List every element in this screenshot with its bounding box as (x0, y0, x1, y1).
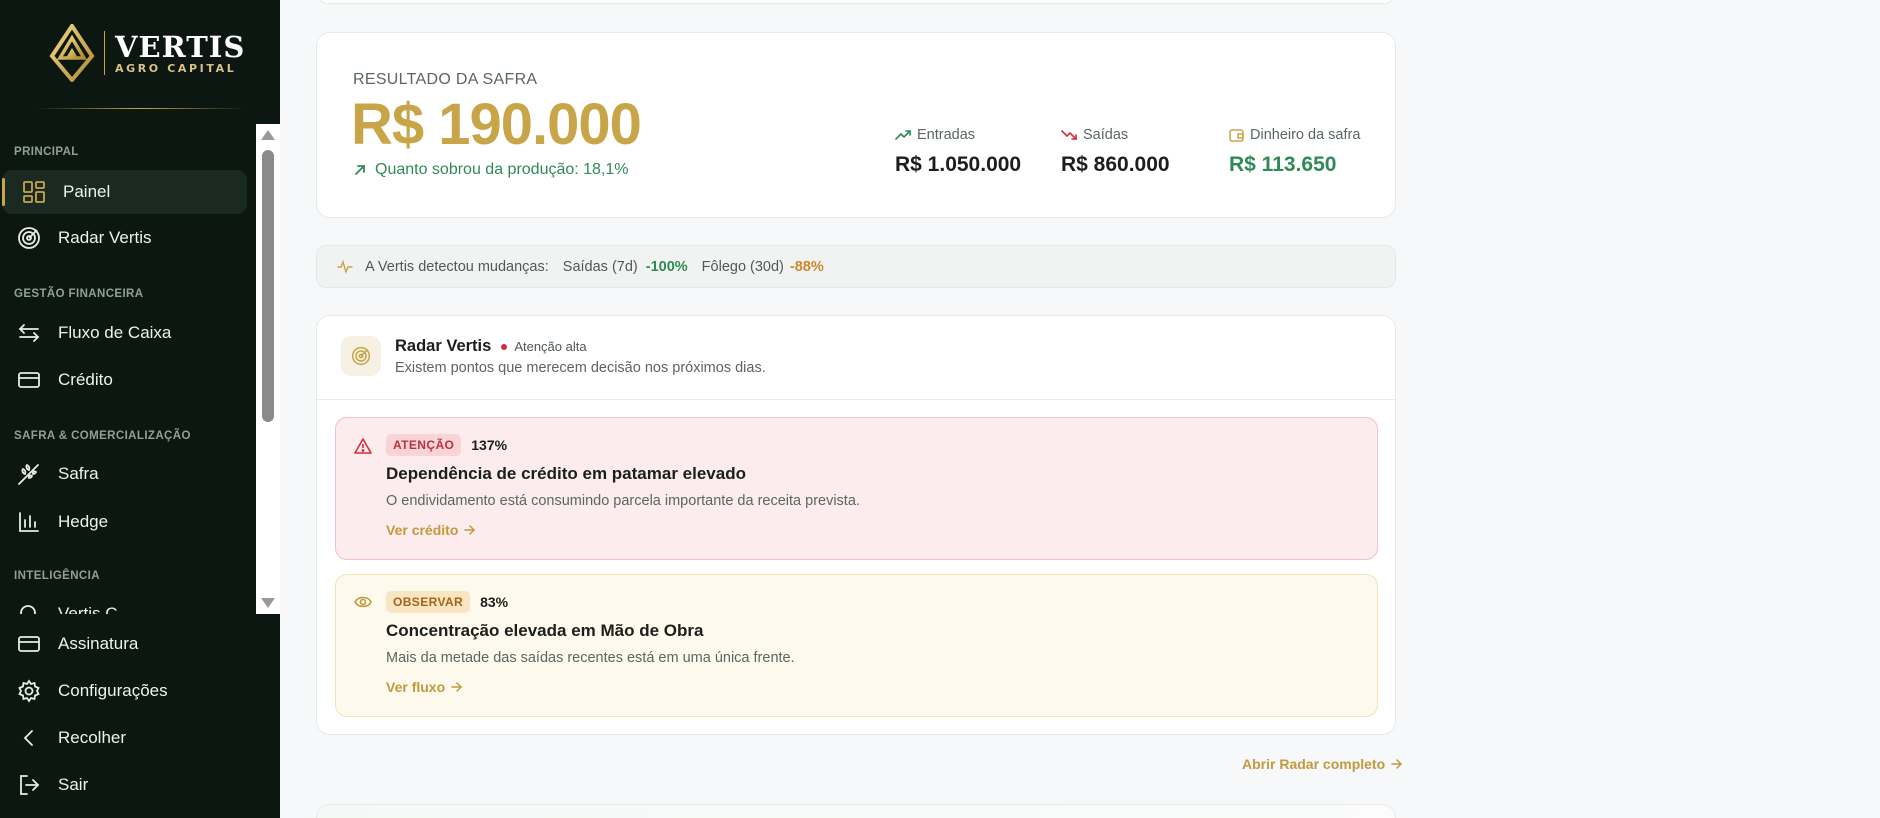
wheat-icon (16, 461, 42, 487)
sidebar-item-radar-vertis[interactable]: Radar Vertis (0, 216, 248, 260)
brand-subtitle: AGRO CAPITAL (115, 62, 237, 75)
scroll-thumb[interactable] (262, 150, 274, 422)
arrow-right-icon (451, 682, 463, 692)
metric-saidas: Saídas R$ 860.000 (1061, 127, 1170, 176)
brand-name: VERTIS (115, 30, 246, 64)
radar-description: Existem pontos que merecem decisão nos p… (395, 360, 766, 376)
radar-header: Radar Vertis Atenção alta Existem pontos… (317, 316, 1395, 400)
sidebar-item-hedge[interactable]: Hedge (0, 500, 248, 544)
card-icon (16, 367, 42, 393)
sidebar-item-painel[interactable]: Painel (2, 170, 247, 214)
sidebar-scrollbar[interactable] (256, 124, 280, 614)
section-label-safra: SAFRA & COMERCIALIZAÇÃO (14, 430, 191, 442)
result-subtitle: Quanto sobrou da produção: 18,1% (353, 161, 629, 179)
card-icon (16, 631, 42, 657)
ver-fluxo-link[interactable]: Ver fluxo (386, 679, 463, 695)
sidebar-item-vertis-c[interactable]: Vertis C... (0, 592, 248, 614)
sidebar-item-assinatura[interactable]: Assinatura (0, 622, 248, 666)
insight-card-credito: ATENÇÃO 137% Dependência de crédito em p… (335, 417, 1378, 560)
sidebar-item-label: Crédito (58, 370, 113, 389)
insight-tag: ATENÇÃO (386, 434, 462, 456)
next-card (316, 804, 1396, 818)
section-label-gestao: GESTÃO FINANCEIRA (14, 288, 144, 300)
trend-down-icon (1061, 130, 1077, 140)
result-label: RESULTADO DA SAFRA (353, 71, 538, 88)
scroll-up-arrow-icon[interactable] (261, 130, 275, 140)
status-badge: Atenção alta (514, 339, 587, 354)
change-value: -100% (645, 258, 688, 275)
sidebar-item-label: Hedge (58, 512, 109, 531)
sidebar-item-safra[interactable]: Safra (0, 452, 248, 496)
dashboard-icon (21, 179, 47, 205)
radar-icon (16, 225, 42, 251)
change-value: -88% (789, 258, 824, 275)
sidebar-item-label: Sair (58, 775, 89, 794)
ver-credito-link[interactable]: Ver crédito (386, 522, 476, 538)
eye-icon (354, 595, 372, 614)
sidebar-item-label: Assinatura (58, 634, 139, 653)
sidebar-item-label: Radar Vertis (58, 228, 152, 247)
arrow-up-right-icon (355, 165, 365, 175)
arrows-exchange-icon (16, 320, 42, 346)
insight-title: Dependência de crédito em patamar elevad… (386, 464, 746, 483)
bar-chart-icon (16, 509, 42, 535)
insight-title: Concentração elevada em Mão de Obra (386, 621, 704, 640)
vertis-logo-icon (49, 24, 95, 82)
logout-icon (16, 772, 42, 798)
main-content: RESULTADO DA SAFRA R$ 190.000 Quanto sob… (280, 0, 1880, 818)
sidebar: VERTIS AGRO CAPITAL PRINCIPAL Painel Rad… (0, 0, 280, 818)
sidebar-nav: PRINCIPAL Painel Radar Vertis GESTÃO FIN… (0, 124, 256, 614)
radar-icon (341, 336, 381, 376)
radar-title: Radar Vertis Atenção alta (395, 337, 587, 355)
sidebar-item-credito[interactable]: Crédito (0, 358, 248, 402)
activity-icon (337, 259, 353, 274)
brand-logo[interactable]: VERTIS AGRO CAPITAL (48, 24, 245, 82)
sidebar-item-label: Fluxo de Caixa (58, 323, 172, 342)
gear-icon (16, 678, 42, 704)
trend-up-icon (895, 130, 911, 140)
change-alert-bar: A Vertis detectou mudanças: Saídas (7d) … (316, 245, 1396, 288)
divider (36, 108, 246, 109)
wallet-icon (1229, 129, 1244, 142)
previous-card (316, 0, 1396, 4)
sidebar-item-label: Painel (63, 182, 111, 201)
metric-value: R$ 1.050.000 (895, 153, 1022, 176)
result-value: R$ 190.000 (351, 92, 642, 157)
insight-card-mao-de-obra: OBSERVAR 83% Concentração elevada em Mão… (335, 574, 1378, 717)
arrow-right-icon (464, 525, 476, 535)
insight-tag: OBSERVAR (386, 591, 471, 613)
search-icon (16, 601, 42, 614)
radar-card: Radar Vertis Atenção alta Existem pontos… (316, 315, 1396, 735)
metric-value: R$ 860.000 (1061, 153, 1170, 176)
insight-pct: 83% (480, 594, 509, 610)
metric-dinheiro-safra: Dinheiro da safra R$ 113.650 (1229, 127, 1361, 176)
sidebar-item-label: Recolher (58, 728, 127, 747)
warning-triangle-icon (354, 438, 372, 459)
sidebar-item-label: Safra (58, 464, 99, 483)
insight-description: Mais da metade das saídas recentes está … (386, 650, 795, 666)
sidebar-item-recolher[interactable]: Recolher (0, 716, 248, 760)
sidebar-item-fluxo-caixa[interactable]: Fluxo de Caixa (0, 311, 248, 355)
sidebar-item-sair[interactable]: Sair (0, 763, 248, 807)
insight-pct: 137% (471, 437, 508, 453)
sidebar-item-label: Vertis C... (58, 604, 132, 614)
insight-description: O endividamento está consumindo parcela … (386, 493, 860, 509)
scroll-down-arrow-icon[interactable] (261, 598, 275, 608)
arrow-right-icon (1391, 759, 1403, 769)
metric-value: R$ 113.650 (1229, 153, 1337, 176)
chevron-left-icon (16, 725, 42, 751)
sidebar-item-configuracoes[interactable]: Configurações (0, 669, 248, 713)
metric-entradas: Entradas R$ 1.050.000 (895, 127, 1022, 176)
section-label-inteligencia: INTELIGÊNCIA (14, 570, 100, 582)
sidebar-item-label: Configurações (58, 681, 168, 700)
section-label-principal: PRINCIPAL (14, 146, 79, 158)
open-radar-link[interactable]: Abrir Radar completo (1242, 756, 1403, 772)
result-card: RESULTADO DA SAFRA R$ 190.000 Quanto sob… (316, 32, 1396, 218)
status-dot (501, 343, 508, 350)
